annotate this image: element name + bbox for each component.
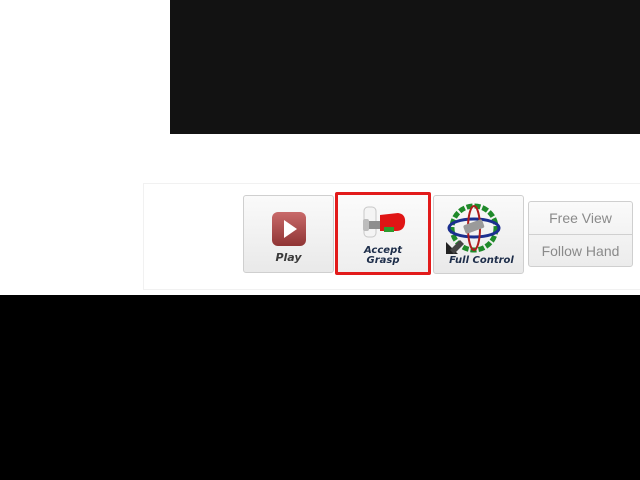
page: Play Accept Grasp Full Control Free View… xyxy=(0,0,640,480)
3d-viewport[interactable] xyxy=(170,0,640,134)
play-button[interactable]: Play xyxy=(243,195,334,273)
view-mode-group: Free View Follow Hand xyxy=(528,201,633,267)
accept-grasp-label: Accept Grasp xyxy=(364,245,403,266)
play-icon xyxy=(271,211,307,247)
follow-hand-button[interactable]: Follow Hand xyxy=(529,235,632,266)
full-control-button[interactable]: Full Control xyxy=(433,195,524,274)
gripper-icon xyxy=(360,205,410,241)
full-control-label: Full Control xyxy=(449,255,514,266)
free-view-button[interactable]: Free View xyxy=(529,202,632,234)
gimbal-icon xyxy=(444,202,502,258)
accept-grasp-button[interactable]: Accept Grasp xyxy=(335,192,431,275)
play-label: Play xyxy=(275,251,302,264)
